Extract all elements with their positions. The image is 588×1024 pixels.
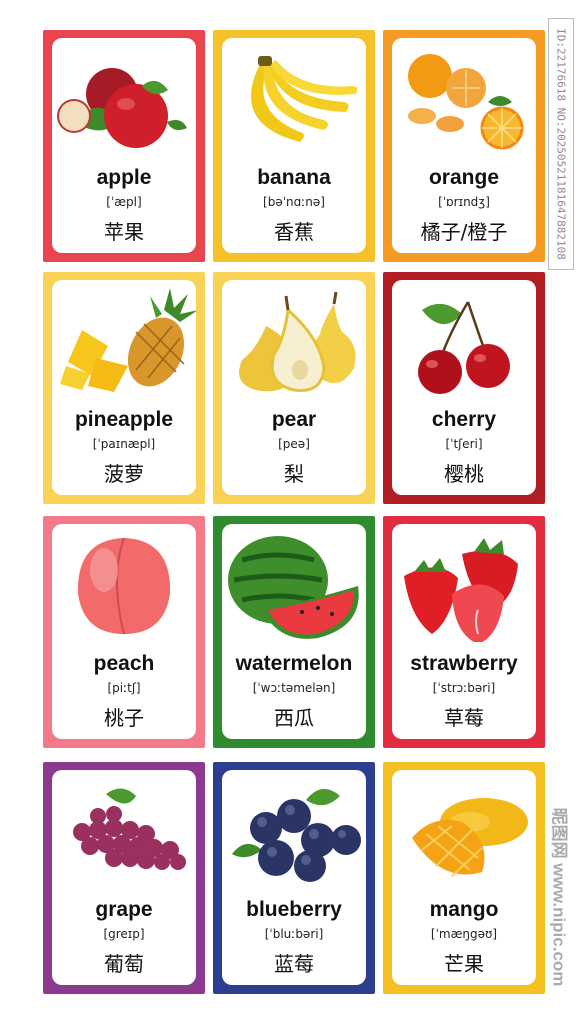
card-inner: blueberry [ˈbluːbəri] 蓝莓	[222, 770, 366, 985]
card-word: apple	[96, 166, 152, 189]
card-phonetic: [ˈmæŋgəʊ]	[430, 927, 498, 941]
card-chinese: 葡萄	[104, 952, 144, 976]
card-phonetic: [ˈɒrɪndʒ]	[438, 195, 490, 209]
card-inner: peach [piːtʃ] 桃子	[52, 524, 196, 739]
card-word: pear	[271, 408, 317, 431]
strawberry-illustration	[392, 530, 536, 642]
flashcard-peach: peach [piːtʃ] 桃子	[43, 516, 205, 748]
card-chinese: 芒果	[444, 952, 484, 976]
watermark-site: 昵图网 www.nipic.com	[546, 782, 576, 1012]
card-chinese: 菠萝	[104, 462, 144, 486]
flashcard-mango: mango [ˈmæŋgəʊ] 芒果	[383, 762, 545, 994]
card-inner: grape [greɪp] 葡萄	[52, 770, 196, 985]
card-chinese: 西瓜	[274, 706, 314, 730]
card-word: orange	[428, 166, 499, 189]
card-word: grape	[95, 898, 153, 921]
card-word: strawberry	[410, 652, 518, 675]
card-word: cherry	[431, 408, 497, 431]
card-phonetic: [ˈwɔːtəmelən]	[252, 681, 336, 695]
card-word: banana	[257, 166, 331, 189]
card-inner: banana [bəˈnɑːnə] 香蕉	[222, 38, 366, 253]
card-phonetic: [greɪp]	[103, 927, 145, 941]
card-inner: watermelon [ˈwɔːtəmelən] 西瓜	[222, 524, 366, 739]
card-word: watermelon	[235, 652, 353, 675]
card-inner: cherry [ˈtʃeri] 樱桃	[392, 280, 536, 495]
banana-illustration	[222, 44, 366, 156]
card-inner: mango [ˈmæŋgəʊ] 芒果	[392, 770, 536, 985]
card-chinese: 草莓	[444, 706, 484, 730]
card-word: pineapple	[74, 408, 174, 431]
pear-illustration	[222, 286, 366, 398]
flashcard-watermelon: watermelon [ˈwɔːtəmelən] 西瓜	[213, 516, 375, 748]
card-phonetic: [bəˈnɑːnə]	[263, 195, 325, 209]
card-chinese: 樱桃	[444, 462, 484, 486]
flashcard-strawberry: strawberry [ˈstrɔːbəri] 草莓	[383, 516, 545, 748]
card-chinese: 苹果	[104, 220, 144, 244]
pineapple-illustration	[52, 286, 196, 398]
flashcard-banana: banana [bəˈnɑːnə] 香蕉	[213, 30, 375, 262]
flashcard-grape: grape [greɪp] 葡萄	[43, 762, 205, 994]
grape-illustration	[52, 776, 196, 888]
flashcard-blueberry: blueberry [ˈbluːbəri] 蓝莓	[213, 762, 375, 994]
watermelon-illustration	[222, 530, 366, 642]
card-word: peach	[93, 652, 155, 675]
card-chinese: 香蕉	[274, 220, 314, 244]
watermark-id-stamp: ID:22176618 NO:20250521181647882108	[548, 18, 574, 270]
card-chinese: 梨	[284, 462, 304, 486]
card-inner: pineapple [ˈpaɪnæpl] 菠萝	[52, 280, 196, 495]
card-inner: orange [ˈɒrɪndʒ] 橘子/橙子	[392, 38, 536, 253]
card-inner: apple [ˈæpl] 苹果	[52, 38, 196, 253]
card-chinese: 蓝莓	[274, 952, 314, 976]
cherry-illustration	[392, 286, 536, 398]
card-word: blueberry	[246, 898, 342, 921]
card-phonetic: [ˈbluːbəri]	[264, 927, 324, 941]
card-phonetic: [ˈtʃeri]	[445, 437, 483, 451]
orange-illustration	[392, 44, 536, 156]
apple-illustration	[52, 44, 196, 156]
card-chinese: 桃子	[104, 706, 144, 730]
card-word: mango	[429, 898, 499, 921]
peach-illustration	[52, 530, 196, 642]
flashcard-apple: apple [ˈæpl] 苹果	[43, 30, 205, 262]
watermark-id-text: ID:22176618 NO:20250521181647882108	[554, 28, 568, 260]
flashcard-pineapple: pineapple [ˈpaɪnæpl] 菠萝	[43, 272, 205, 504]
flashcard-cherry: cherry [ˈtʃeri] 樱桃	[383, 272, 545, 504]
card-chinese: 橘子/橙子	[420, 220, 508, 244]
mango-illustration	[392, 776, 536, 888]
card-phonetic: [peə]	[278, 437, 310, 451]
flashcard-orange: orange [ˈɒrɪndʒ] 橘子/橙子	[383, 30, 545, 262]
blueberry-illustration	[222, 776, 366, 888]
card-phonetic: [ˈstrɔːbəri]	[432, 681, 496, 695]
card-phonetic: [piːtʃ]	[107, 681, 141, 695]
card-phonetic: [ˈpaɪnæpl]	[92, 437, 156, 451]
card-inner: strawberry [ˈstrɔːbəri] 草莓	[392, 524, 536, 739]
card-phonetic: [ˈæpl]	[106, 195, 142, 209]
card-inner: pear [peə] 梨	[222, 280, 366, 495]
flashcard-pear: pear [peə] 梨	[213, 272, 375, 504]
watermark-site-text: 昵图网 www.nipic.com	[549, 807, 569, 987]
